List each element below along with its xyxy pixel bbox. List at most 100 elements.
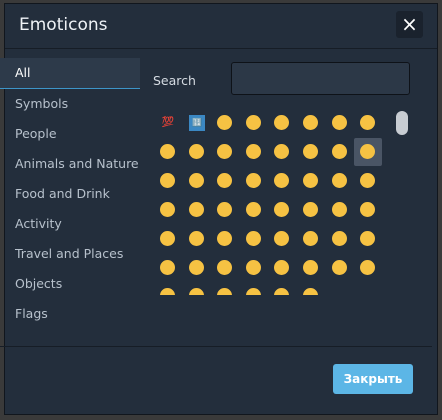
hugging-face-icon[interactable] [268, 225, 296, 253]
sidebar-item[interactable]: Symbols [0, 89, 140, 119]
sidebar-item[interactable]: Flags [0, 299, 140, 329]
smirking-face-icon[interactable] [297, 225, 325, 253]
sleepy-face-icon[interactable] [211, 282, 239, 295]
savoring-face-icon[interactable] [211, 167, 239, 195]
face-blowing-kiss-icon[interactable] [297, 167, 325, 195]
nerd-face-icon[interactable] [326, 196, 354, 224]
face-glyph [189, 173, 204, 188]
rolling-laughing-icon[interactable] [326, 109, 354, 137]
pensive-face-icon[interactable] [154, 282, 182, 295]
hand-over-mouth-icon[interactable] [297, 254, 325, 282]
relieved-face-icon[interactable] [183, 167, 211, 195]
hundred-points-icon[interactable]: 💯 [154, 109, 182, 137]
sidebar-item[interactable]: People [0, 119, 140, 149]
flushed-face-icon[interactable] [326, 254, 354, 282]
sidebar-item[interactable]: Objects [0, 269, 140, 299]
dialog-header: Emoticons × [5, 4, 437, 49]
kissing-closed-eyes-icon[interactable] [154, 196, 182, 224]
clown-face-icon[interactable] [211, 225, 239, 253]
face-glyph [360, 144, 375, 159]
halo-face-icon[interactable] [268, 138, 296, 166]
face-glyph [332, 260, 347, 275]
face-glyph [360, 231, 375, 246]
dialog-footer [0, 346, 432, 347]
category-sidebar: All Symbols People Animals and Nature Food a… [0, 58, 140, 329]
pouting-face-icon[interactable] [297, 282, 325, 295]
upside-down-face-icon[interactable] [154, 167, 182, 195]
heart-eyes-icon[interactable] [268, 167, 296, 195]
face-glyph [303, 288, 318, 295]
close-button[interactable]: Закрыть [333, 364, 413, 394]
thinking-face-icon[interactable] [211, 254, 239, 282]
blushing-face-icon[interactable] [326, 138, 354, 166]
grinning-face-icon[interactable] [211, 109, 239, 137]
zany-face-icon[interactable] [240, 196, 268, 224]
kissing-smiling-icon[interactable] [354, 167, 382, 195]
face-glyph [246, 202, 261, 217]
face-glyph [332, 115, 347, 130]
monocle-face-icon[interactable] [297, 196, 325, 224]
emoji-grid: 💯 🔢 [154, 109, 384, 295]
search-input[interactable] [231, 62, 410, 95]
sidebar-item[interactable]: Animals and Nature [0, 149, 140, 179]
face-glyph [160, 173, 175, 188]
cowboy-face-icon[interactable] [240, 225, 268, 253]
face-glyph [246, 144, 261, 159]
sidebar-item[interactable]: Travel and Places [0, 239, 140, 269]
angry-face-icon[interactable] [268, 282, 296, 295]
emoji-grid-scrollbar[interactable] [396, 111, 408, 135]
beaming-face-icon[interactable] [297, 109, 325, 137]
slightly-smiling-face-icon[interactable] [354, 138, 382, 166]
rolling-eyes-icon[interactable] [183, 254, 211, 282]
face-glyph [360, 115, 375, 130]
grinning-squint-icon[interactable] [240, 138, 268, 166]
shushing-face-icon[interactable] [268, 254, 296, 282]
face-glyph [160, 202, 175, 217]
winking-tongue-icon[interactable] [211, 196, 239, 224]
face-glyph [217, 202, 232, 217]
face-glyph [246, 173, 261, 188]
laughing-face-icon[interactable] [183, 138, 211, 166]
money-mouth-icon[interactable] [154, 225, 182, 253]
face-glyph [274, 173, 289, 188]
search-label: Search [153, 73, 196, 88]
lying-face-icon[interactable] [240, 254, 268, 282]
face-glyph [332, 202, 347, 217]
face-glyph [303, 173, 318, 188]
face-glyph [246, 115, 261, 130]
face-glyph [189, 288, 204, 295]
face-glyph [303, 231, 318, 246]
sidebar-item[interactable]: Food and Drink [0, 179, 140, 209]
kissing-face-icon[interactable] [326, 167, 354, 195]
sunglasses-face-icon[interactable] [354, 196, 382, 224]
unamused-face-icon[interactable] [154, 254, 182, 282]
expressionless-face-icon[interactable] [354, 225, 382, 253]
input-numbers-icon[interactable]: 🔢 [183, 109, 211, 137]
sidebar-item[interactable]: All [0, 58, 140, 89]
sweat-smile-icon[interactable] [211, 138, 239, 166]
squinting-tongue-icon[interactable] [268, 196, 296, 224]
face-glyph [217, 115, 232, 130]
winking-face-icon[interactable] [297, 138, 325, 166]
grimacing-face-icon[interactable] [240, 282, 268, 295]
grinning-face-big-eyes-icon[interactable] [240, 109, 268, 137]
sidebar-item[interactable]: Activity [0, 209, 140, 239]
neutral-face-icon[interactable] [326, 225, 354, 253]
face-with-tears-of-joy-icon[interactable] [354, 109, 382, 137]
face-glyph [303, 144, 318, 159]
face-glyph [246, 260, 261, 275]
face-glyph [246, 288, 261, 295]
face-glyph [303, 202, 318, 217]
close-icon[interactable]: × [396, 11, 423, 38]
face-glyph [274, 202, 289, 217]
confused-face-icon[interactable] [183, 282, 211, 295]
smiley-icon[interactable] [154, 138, 182, 166]
relaxed-face-icon[interactable] [240, 167, 268, 195]
frowning-face-icon[interactable] [354, 254, 382, 282]
star-struck-icon[interactable] [183, 225, 211, 253]
tongue-out-icon[interactable] [183, 196, 211, 224]
grinning-squinting-face-icon[interactable] [268, 109, 296, 137]
face-glyph [189, 144, 204, 159]
face-glyph [217, 231, 232, 246]
face-glyph [274, 144, 289, 159]
